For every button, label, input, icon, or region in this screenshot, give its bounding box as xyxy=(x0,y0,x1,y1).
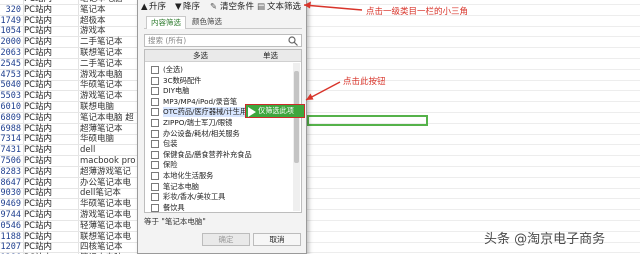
annotation-top: 点击一级类目一栏的小三角 xyxy=(366,7,469,17)
annotation-mid: 点击此按钮 xyxy=(343,77,386,87)
watermark: 头条 @淘京电子商务 xyxy=(484,232,606,247)
arrow-line-top xyxy=(303,4,363,11)
arrow-head-top xyxy=(304,1,311,9)
annotation-arrows xyxy=(303,1,363,101)
